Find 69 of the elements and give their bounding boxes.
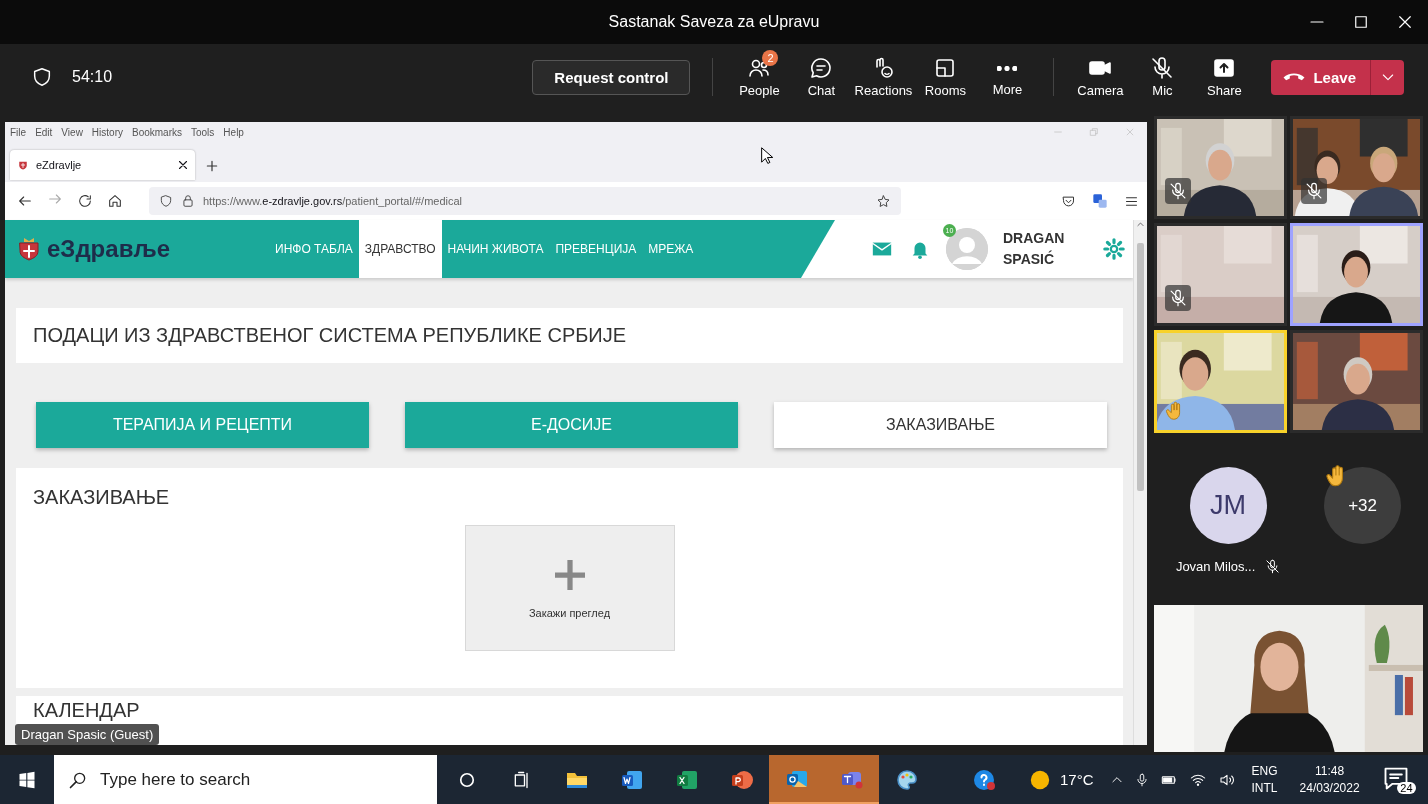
participant-name: Jovan Milos...: [1175, 559, 1256, 574]
menu-item[interactable]: File: [10, 126, 27, 138]
mic-muted-icon: [1165, 178, 1191, 204]
lock-icon: [181, 194, 195, 208]
temperature[interactable]: 17°C: [1060, 771, 1094, 788]
add-appointment-tile[interactable]: Закажи преглед: [464, 525, 675, 651]
shield-icon: [31, 66, 53, 88]
mic-muted-icon: [1165, 285, 1191, 311]
more-button[interactable]: More: [976, 51, 1039, 97]
reactions-button[interactable]: Reactions: [852, 50, 915, 98]
scrollbar-thumb[interactable]: [1137, 243, 1144, 491]
leave-button[interactable]: Leave: [1271, 59, 1370, 95]
leave-options-button[interactable]: [1370, 59, 1404, 95]
chat-button[interactable]: Chat: [790, 50, 853, 98]
share-icon: [1212, 56, 1237, 80]
search-input[interactable]: Type here to search: [100, 767, 430, 792]
new-tab-icon[interactable]: [205, 159, 219, 173]
sun-icon: [1029, 768, 1051, 791]
share-button[interactable]: Share: [1193, 50, 1256, 98]
back-icon[interactable]: [17, 193, 33, 209]
phone-icon: [1283, 72, 1306, 82]
window-title: Sastanak Saveza za eUpravu: [608, 13, 820, 31]
menu-item[interactable]: Tools: [191, 126, 215, 138]
settings-icon[interactable]: [1103, 238, 1125, 260]
more-participants-button[interactable]: +32: [1324, 467, 1402, 544]
address-bar[interactable]: https://www.e-zdravlje.gov.rs/patient_portal/#/medical: [149, 187, 901, 215]
notification-count: 24: [1397, 781, 1416, 794]
tab-title: eZdravlje: [36, 159, 83, 171]
more-icon: [997, 66, 1018, 71]
menu-item[interactable]: Help: [223, 126, 244, 138]
camera-button[interactable]: Camera: [1069, 50, 1132, 98]
menu-item[interactable]: Bookmarks: [132, 126, 182, 138]
close-icon[interactable]: [177, 159, 189, 171]
rooms-button[interactable]: Rooms: [914, 50, 977, 98]
presenter-label: Dragan Spasic (Guest): [15, 724, 160, 745]
close-icon[interactable]: [1396, 13, 1414, 31]
user-name[interactable]: DRAGAN SPASIĆ: [1003, 228, 1083, 270]
translate-icon[interactable]: [1092, 193, 1108, 209]
page-title: ПОДАЦИ ИЗ ЗДРАВСТВЕНОГ СИСТЕМА РЕПУБЛИКЕ СРБИЈЕ: [16, 308, 1123, 363]
windows-icon[interactable]: [18, 770, 36, 789]
star-icon[interactable]: [876, 193, 891, 209]
section-button[interactable]: ЗАКАЗИВАЊЕ: [774, 402, 1107, 448]
site-logo[interactable]: eЗдравље: [47, 235, 269, 263]
clock[interactable]: 11:48 24/03/2022: [1299, 762, 1360, 797]
pocket-icon[interactable]: [1061, 193, 1076, 209]
meeting-timer: 54:10: [72, 68, 113, 86]
mic-button[interactable]: Mic: [1131, 50, 1194, 98]
section-heading: КАЛЕНДАР: [32, 698, 141, 721]
maximize-icon[interactable]: [1352, 13, 1370, 31]
section-heading: ЗАКАЗИВАЊЕ: [32, 485, 171, 509]
home-icon[interactable]: [107, 193, 123, 209]
reload-icon[interactable]: [77, 193, 93, 209]
shield-icon: [159, 194, 173, 208]
browser-tab[interactable]: eZdravlje: [10, 150, 195, 180]
menu-item[interactable]: Edit: [35, 126, 53, 138]
menu-item[interactable]: View: [61, 126, 83, 138]
mic-muted-icon: [1301, 178, 1327, 204]
avatar-icon[interactable]: [946, 228, 988, 270]
participant-avatar[interactable]: JM: [1189, 467, 1267, 544]
menu-item[interactable]: History: [91, 126, 123, 138]
people-button[interactable]: People 2: [728, 50, 791, 98]
mic-icon[interactable]: [1134, 771, 1149, 788]
count-badge: 2: [762, 50, 779, 66]
language-indicator[interactable]: ENG INTL: [1251, 762, 1278, 797]
chat-icon: [809, 56, 834, 80]
request-control-button[interactable]: Request control: [532, 59, 691, 95]
cursor-icon: [760, 146, 774, 166]
search-field[interactable]: Type here to search: [54, 755, 437, 804]
nav-item[interactable]: ЗДРАВСТВО: [358, 220, 442, 278]
